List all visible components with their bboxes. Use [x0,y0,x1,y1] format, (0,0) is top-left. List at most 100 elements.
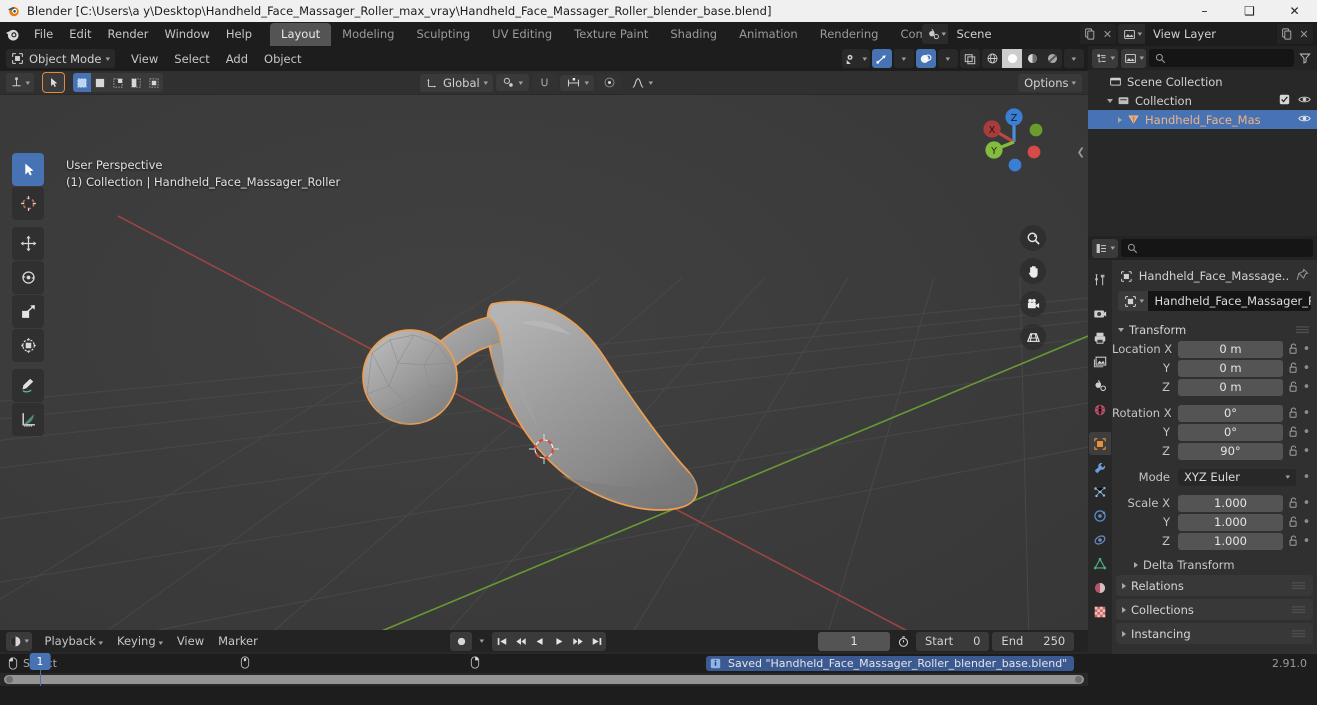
location-y-field[interactable]: 0 m [1178,359,1283,377]
disclosure-triangle-down[interactable] [1104,98,1115,103]
tweak-tool-button[interactable] [41,72,65,93]
annotate-tool[interactable] [12,369,44,402]
eye-icon[interactable] [1298,94,1311,108]
workspace-tab-animation[interactable]: Animation [728,23,809,46]
outliner-row-scene-collection[interactable]: Scene Collection [1088,72,1317,91]
outliner-search-input[interactable] [1149,49,1294,67]
new-view-layer-button[interactable] [1277,24,1295,44]
jump-start-icon[interactable] [492,632,511,651]
properties-tab-scene[interactable] [1089,374,1111,397]
xray-toggle-button[interactable] [960,49,980,68]
move-tool[interactable] [12,227,44,260]
lock-icon[interactable] [1287,445,1300,457]
gizmo-dropdown[interactable]: ▾ [894,49,914,68]
properties-tab-material[interactable] [1089,576,1111,599]
rotation-z-field[interactable]: 90° [1178,442,1283,460]
next-keyframe-icon[interactable] [568,632,587,651]
select-extend-button[interactable] [109,73,127,92]
shading-wireframe-button[interactable] [982,49,1002,68]
timeline-menu-marker[interactable]: Marker [211,632,265,650]
location-z-field[interactable]: 0 m [1178,378,1283,396]
scene-icon[interactable]: ▾ [921,24,949,44]
workspace-tab-shading[interactable]: Shading [659,23,728,46]
animate-property-dot[interactable]: • [1300,380,1313,395]
properties-search-input[interactable] [1120,239,1313,257]
transform-orientation-selector[interactable]: Global ▾ [420,73,494,92]
properties-tab-modifier[interactable] [1089,456,1111,479]
scale-y-field[interactable]: 1.000 [1178,513,1283,531]
properties-tab-output[interactable] [1089,326,1111,349]
timeline-menu-keying[interactable]: Keying ▾ [110,632,170,650]
lock-icon[interactable] [1287,426,1300,438]
timeline-scroll-handle-left[interactable] [6,676,13,683]
properties-tab-render[interactable] [1089,302,1111,325]
view-layer-selector[interactable]: ▾ View Layer ✕ [1118,24,1313,44]
use-preview-range-icon[interactable] [893,635,913,648]
close-button[interactable]: ✕ [1272,0,1317,22]
pin-icon[interactable] [1296,268,1309,284]
shading-rendered-button[interactable] [1042,49,1062,68]
interaction-mode-selector[interactable]: Object Mode ▾ [6,49,115,68]
measure-tool[interactable] [12,403,44,436]
properties-tab-tool[interactable] [1089,268,1111,291]
tweak-select-tool[interactable] [12,153,44,186]
scene-selector[interactable]: ▾ Scene ✕ [921,24,1117,44]
animate-property-dot[interactable]: • [1300,361,1313,376]
timeline-editor-type-button[interactable]: ▾ [6,631,32,651]
blender-menu-icon[interactable] [4,26,21,43]
minimize-button[interactable]: – [1182,0,1227,22]
active-tool-icon-button[interactable]: ▾ [6,73,34,92]
lock-icon[interactable] [1287,497,1300,509]
relations-panel-header[interactable]: Relations [1116,575,1313,596]
workspace-tab-uv-editing[interactable]: UV Editing [481,23,563,46]
workspace-tab-modeling[interactable]: Modeling [331,23,405,46]
workspace-tab-rendering[interactable]: Rendering [809,23,890,46]
shading-dropdown[interactable]: ▾ [1064,49,1084,68]
snap-toggle-button[interactable] [531,74,557,91]
lock-icon[interactable] [1287,535,1300,547]
select-tweak-button[interactable] [91,73,109,92]
navigation-gizmo[interactable]: Z X Y [975,103,1053,181]
properties-tab-world[interactable] [1089,398,1111,421]
outliner-editor-type-button[interactable]: ▾ [1092,48,1118,68]
transform-tool[interactable] [12,329,44,362]
scale-tool[interactable] [12,295,44,328]
remove-view-layer-button[interactable]: ✕ [1295,24,1313,44]
disclosure-triangle-right[interactable] [1114,116,1125,123]
properties-tab-object[interactable] [1089,432,1111,455]
collections-panel-header[interactable]: Collections [1116,599,1313,620]
maximize-button[interactable]: ❑ [1227,0,1272,22]
properties-tab-object-constraints[interactable] [1089,528,1111,551]
scene-name[interactable]: Scene [948,24,1081,44]
rotate-tool[interactable] [12,261,44,294]
proportional-editing-button[interactable] [597,74,623,91]
cursor-tool[interactable] [12,187,44,220]
viewport-menu-object[interactable]: Object [256,50,309,68]
3d-viewport[interactable]: User Perspective (1) Collection | Handhe… [0,95,1088,686]
prev-keyframe-icon[interactable] [511,632,530,651]
lock-icon[interactable] [1287,381,1300,393]
scale-x-field[interactable]: 1.000 [1178,494,1283,512]
animate-property-dot[interactable]: • [1300,425,1313,440]
play-reverse-icon[interactable] [530,632,549,651]
outliner-display-mode-button[interactable]: ▾ [1120,48,1147,68]
workspace-tab-texture-paint[interactable]: Texture Paint [563,23,659,46]
properties-editor-type-button[interactable]: ▾ [1092,238,1118,258]
jump-end-icon[interactable] [587,632,606,651]
viewport-sidebar-toggle[interactable]: ❮ [1077,147,1085,158]
outliner-row-handheld-face-mas[interactable]: Handheld_Face_Mas [1088,110,1317,129]
show-overlays-button[interactable] [916,49,936,68]
menu-edit[interactable]: Edit [61,24,99,44]
funnel-icon[interactable] [1297,52,1313,64]
pivot-point-selector[interactable]: ▾ [496,74,529,91]
overlays-dropdown[interactable]: ▾ [938,49,958,68]
workspace-tab-sculpting[interactable]: Sculpting [405,23,481,46]
viewport-menu-select[interactable]: Select [166,50,217,68]
remove-scene-button[interactable]: ✕ [1098,24,1116,44]
object-id-type-selector[interactable]: ▾ [1118,291,1148,311]
rotation-mode-dropdown[interactable]: XYZ Euler ▾ [1178,468,1296,486]
zoom-icon[interactable] [1020,225,1046,251]
end-frame-field[interactable]: End 250 [992,631,1075,651]
current-frame-field[interactable]: 1 [818,631,890,651]
timeline-scroll-handle-right[interactable] [1075,676,1082,683]
